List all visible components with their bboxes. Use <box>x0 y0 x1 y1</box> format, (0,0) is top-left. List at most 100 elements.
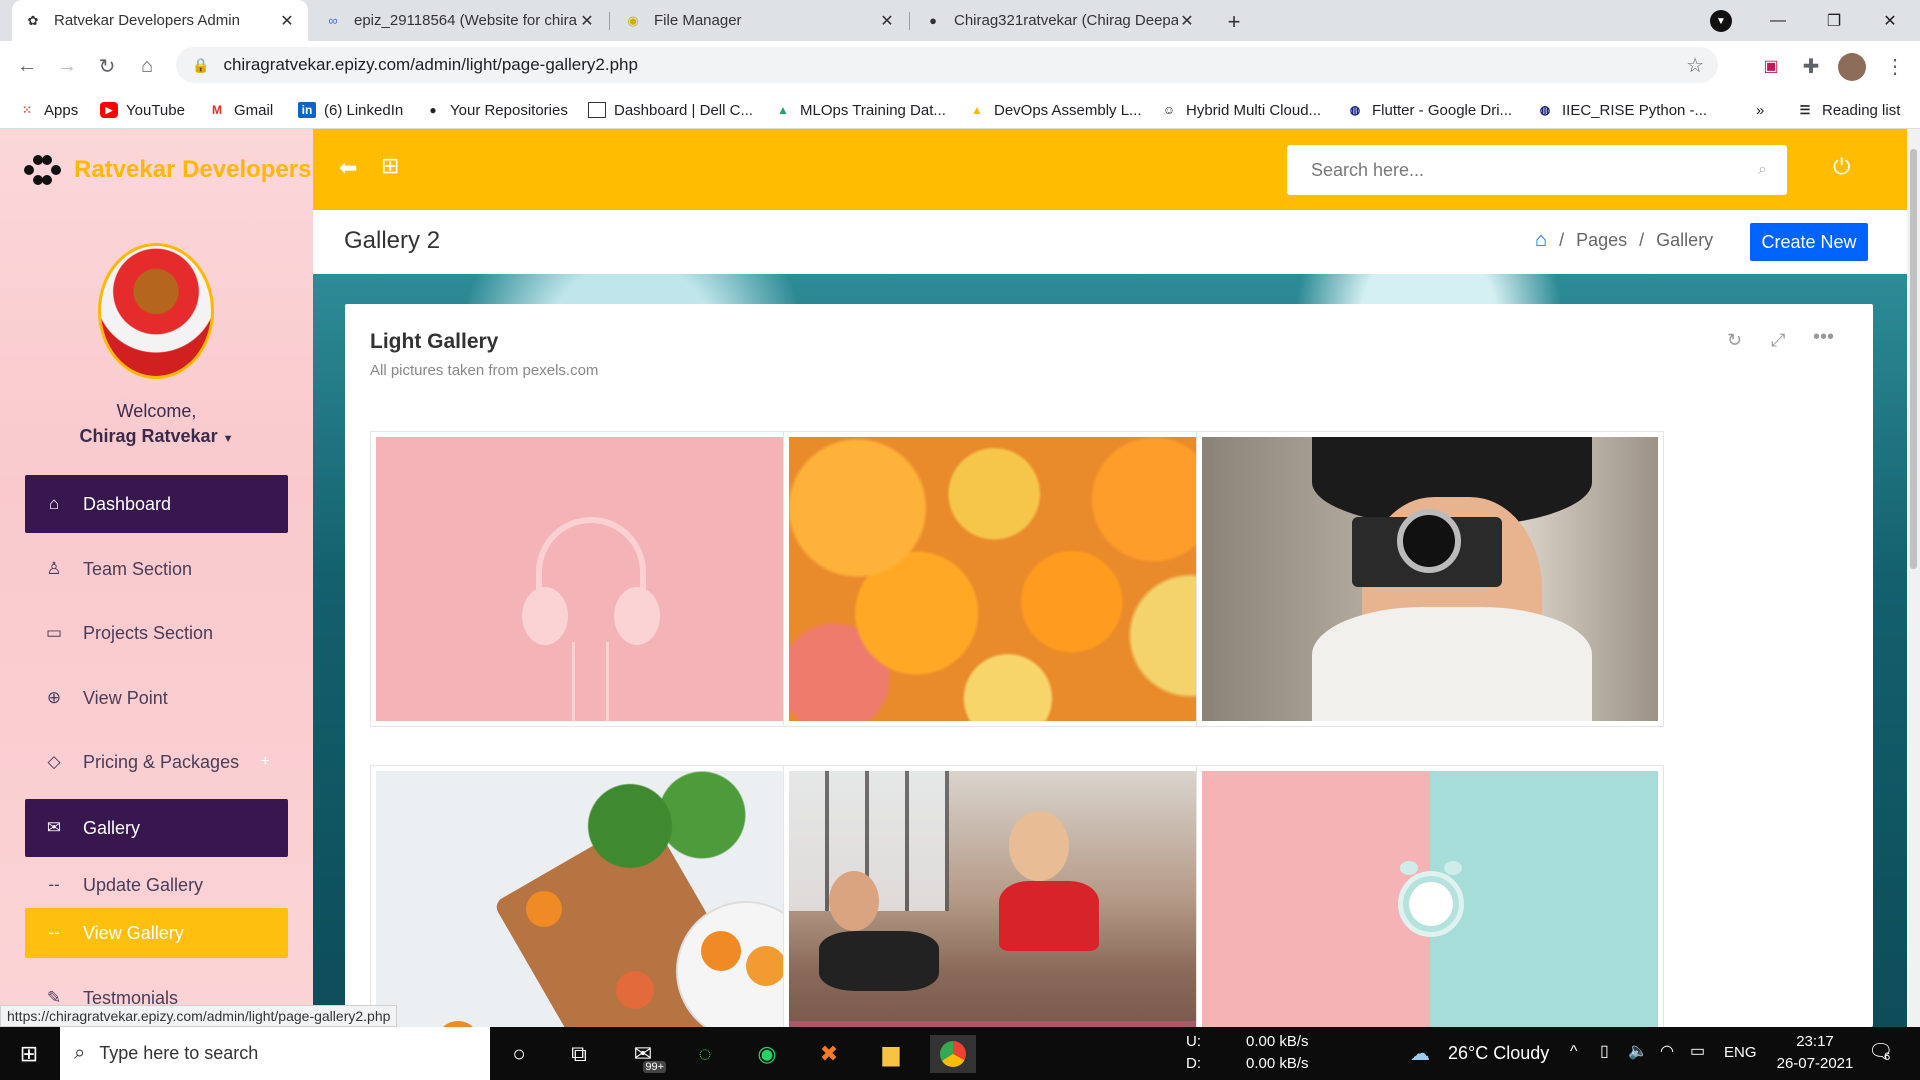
task-view-icon[interactable]: ⧉ <box>556 1035 602 1073</box>
user-menu[interactable]: Chirag Ratvekar ▼ <box>0 426 313 447</box>
sidebar-item-gallery[interactable]: ✉ Gallery <box>25 799 288 857</box>
expand-icon[interactable]: ⤢ <box>1771 330 1785 351</box>
chrome-icon[interactable] <box>930 1035 976 1073</box>
bookmark-hybrid-cloud[interactable]: ☺ Hybrid Multi Cloud... <box>1160 99 1321 121</box>
home-icon: ⌂ <box>48 494 60 513</box>
menu-kebab-icon[interactable]: ⋮ <box>1880 51 1910 81</box>
more-options-icon[interactable]: ••• <box>1813 326 1834 349</box>
profile-avatar[interactable] <box>1838 53 1866 81</box>
reading-list-label: Reading list <box>1822 101 1901 119</box>
bookmark-linkedin[interactable]: in (6) LinkedIn <box>298 99 403 121</box>
image-exercise <box>789 771 1245 1027</box>
browser-tab[interactable]: ∞ epiz_29118564 (Website for chira ✕ <box>312 0 608 41</box>
bookmark-iiec-rise[interactable]: ◍ IIEC_RISE Python -... <box>1536 99 1707 121</box>
weather-text[interactable]: 26°C Cloudy <box>1448 1043 1549 1064</box>
breadcrumb: ⌂ / Pages / Gallery <box>1535 229 1713 252</box>
bookmark-repositories[interactable]: ● Your Repositories <box>424 99 567 121</box>
whatsapp-icon[interactable]: ◉ <box>744 1035 790 1073</box>
breadcrumb-pages[interactable]: Pages <box>1576 230 1627 251</box>
bookmark-label: Hybrid Multi Cloud... <box>1186 101 1322 119</box>
mail-icon[interactable]: ✉ 99+ <box>620 1035 666 1073</box>
gallery-image-exercise[interactable] <box>783 765 1251 1027</box>
close-icon[interactable]: ✕ <box>578 11 596 31</box>
file-explorer-icon[interactable]: ▆ <box>868 1035 914 1073</box>
tab-title: Chirag321ratvekar (Chirag Deepa <box>954 12 1178 29</box>
bookmark-devops[interactable]: ▲ DevOps Assembly L... <box>968 99 1142 121</box>
sidebar-item-projects-section[interactable]: ▭ Projects Section <box>25 604 288 662</box>
reload-icon[interactable]: ↻ <box>92 51 122 81</box>
new-tab-button[interactable]: + <box>1220 8 1248 36</box>
minimize-icon[interactable]: — <box>1750 0 1806 41</box>
close-icon[interactable]: ✕ <box>278 11 296 31</box>
cortana-icon[interactable]: ○ <box>496 1035 542 1073</box>
sidebar-item-pricing-packages[interactable]: ◇ Pricing & Packages + <box>25 733 288 791</box>
clock-time[interactable]: 23:17 <box>1780 1033 1850 1050</box>
mail-badge: 99+ <box>643 1061 666 1073</box>
github-icon: ● <box>429 103 437 117</box>
chevron-up-icon[interactable]: ^ <box>1570 1043 1578 1061</box>
windows-start-icon[interactable]: ⊞ <box>6 1035 52 1073</box>
back-icon[interactable]: ← <box>12 51 42 81</box>
gallery-image-camera-woman[interactable] <box>1196 431 1664 727</box>
notifications-icon[interactable]: 🗨 6 <box>1868 1039 1893 1064</box>
bookmark-youtube[interactable]: ▶ YouTube <box>100 99 185 121</box>
pocket-icon[interactable]: ▣ <box>1756 51 1786 81</box>
address-bar-row: ← → ↻ ⌂ 🔒 chiragratvekar.epizy.com/admin… <box>0 41 1920 91</box>
home-icon[interactable]: ⌂ <box>1535 229 1547 252</box>
grid-icon[interactable]: ⊞ <box>381 153 399 179</box>
tab-divider <box>909 12 910 30</box>
app-ring-icon[interactable]: ◌ <box>682 1035 728 1073</box>
battery-icon[interactable]: ▭ <box>1690 1041 1705 1061</box>
gallery-image-fruit-board[interactable] <box>370 765 838 1027</box>
sidebar-item-team-section[interactable]: ♙ Team Section <box>25 540 288 598</box>
taskbar-search-input[interactable]: ⌕ Type here to search <box>60 1027 490 1080</box>
close-icon[interactable]: ✕ <box>1178 11 1196 31</box>
search-input[interactable]: Search here... ⌕ <box>1287 145 1787 195</box>
tab-search-icon[interactable]: ▼ <box>1710 10 1732 32</box>
star-icon[interactable]: ☆ <box>1686 53 1704 78</box>
sidebar-subitem-update-gallery[interactable]: -- Update Gallery <box>25 864 288 906</box>
forward-icon[interactable]: → <box>52 51 82 81</box>
page-scrollbar[interactable] <box>1907 129 1920 1027</box>
gallery-image-alarm-clock[interactable] <box>1196 765 1664 1027</box>
bookmark-apps[interactable]: ⁙ Apps <box>18 99 78 121</box>
battery-saver-icon[interactable]: ▯ <box>1600 1041 1609 1061</box>
volume-icon[interactable]: 🔈 <box>1628 1041 1648 1061</box>
bookmark-gmail[interactable]: M Gmail <box>208 99 273 121</box>
sidebar-subitem-view-gallery[interactable]: -- View Gallery <box>25 908 288 958</box>
bookmarks-overflow-button[interactable]: » <box>1756 99 1764 121</box>
sidebar: Ratvekar Developers Welcome, Chirag Ratv… <box>0 129 313 1027</box>
home-icon[interactable]: ⌂ <box>132 51 162 81</box>
reading-list-button[interactable]: ☰ Reading list <box>1796 99 1901 121</box>
wifi-icon[interactable]: ◠ <box>1660 1041 1674 1061</box>
language-indicator[interactable]: ENG <box>1724 1044 1757 1061</box>
create-new-button[interactable]: Create New <box>1750 223 1868 261</box>
taskbar-search-placeholder: Type here to search <box>99 1043 259 1063</box>
xampp-icon[interactable]: ✖ <box>806 1035 852 1073</box>
avatar[interactable] <box>98 243 214 379</box>
arrow-left-icon[interactable]: ⬅ <box>339 155 357 181</box>
browser-tab[interactable]: ◉ File Manager ✕ <box>612 0 908 41</box>
restore-icon[interactable]: ❐ <box>1806 0 1862 41</box>
close-icon[interactable]: ✕ <box>878 11 896 31</box>
bookmark-mlops[interactable]: ▲ MLOps Training Dat... <box>774 99 946 121</box>
globe-icon: ◍ <box>1349 103 1361 117</box>
scrollbar-thumb[interactable] <box>1910 149 1917 569</box>
sidebar-item-dashboard[interactable]: ⌂ Dashboard <box>25 475 288 533</box>
apps-grid-icon: ⁙ <box>21 103 33 117</box>
brand[interactable]: Ratvekar Developers <box>24 155 311 185</box>
sidebar-item-view-point[interactable]: ⊕ View Point <box>25 669 288 727</box>
browser-tab[interactable]: ● Chirag321ratvekar (Chirag Deepa ✕ <box>912 0 1208 41</box>
breadcrumb-gallery: Gallery <box>1656 230 1714 250</box>
bookmark-dell-dashboard[interactable]: Dashboard | Dell C... <box>588 99 753 121</box>
gallery-image-headphones[interactable] <box>370 431 838 727</box>
bookmark-flutter[interactable]: ◍ Flutter - Google Dri... <box>1346 99 1512 121</box>
clock-date[interactable]: 26-07-2021 <box>1770 1055 1860 1072</box>
url-field[interactable]: 🔒 chiragratvekar.epizy.com/admin/light/p… <box>176 47 1718 83</box>
power-icon[interactable]: ⏻ <box>1833 154 1850 180</box>
browser-tab-active[interactable]: ✿ Ratvekar Developers Admin ✕ <box>12 0 308 41</box>
close-window-icon[interactable]: ✕ <box>1862 0 1918 41</box>
extensions-icon[interactable]: ✚ <box>1796 51 1826 81</box>
gallery-image-citrus[interactable] <box>783 431 1251 727</box>
refresh-icon[interactable]: ↻ <box>1727 330 1742 351</box>
